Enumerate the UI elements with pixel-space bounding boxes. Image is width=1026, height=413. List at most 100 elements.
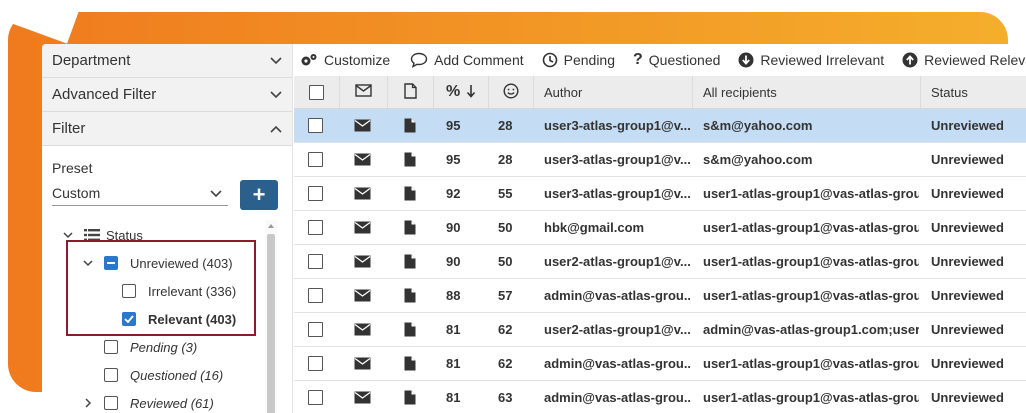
accordion-advanced-filter[interactable]: Advanced Filter <box>42 78 292 112</box>
table-row[interactable]: 95 28 user3-atlas-group1@v... s&m@yahoo.com… <box>294 109 1026 143</box>
count-cell: 62 <box>498 322 513 337</box>
document-icon <box>404 313 420 346</box>
chevron-down-icon <box>270 89 282 101</box>
author-cell: admin@vas-atlas-grou... <box>544 288 690 303</box>
table-row[interactable]: 81 63 admin@vas-atlas-grou... user1-atlas-g… <box>294 381 1026 413</box>
preset-label: Preset <box>52 160 93 176</box>
pending-checkbox[interactable] <box>104 340 118 354</box>
envelope-icon <box>354 313 374 346</box>
questioned-button[interactable]: ? Questioned <box>633 51 720 69</box>
table-row[interactable]: 88 57 admin@vas-atlas-grou... user1-atlas-g… <box>294 279 1026 313</box>
chevron-down-icon <box>270 55 282 67</box>
scrollbar-thumb[interactable] <box>267 234 275 413</box>
author-cell: user3-atlas-group1@v... <box>544 186 690 201</box>
comment-icon <box>410 52 428 68</box>
tree-label-pending: Pending (3) <box>130 339 198 355</box>
recipients-cell: s&m@yahoo.com <box>703 152 813 167</box>
score-cell: 81 <box>446 322 461 337</box>
count-cell: 55 <box>498 186 513 201</box>
sort-descending-icon[interactable] <box>466 84 476 101</box>
scroll-up-icon[interactable] <box>268 224 274 228</box>
count-cell: 50 <box>498 220 513 235</box>
header-sentiment[interactable] <box>489 76 534 108</box>
row-checkbox[interactable] <box>308 356 323 371</box>
score-cell: 90 <box>446 220 461 235</box>
question-mark-icon: ? <box>633 51 643 68</box>
tree-scrollbar[interactable] <box>265 220 277 413</box>
status-cell: Unreviewed <box>931 220 1004 235</box>
header-author[interactable]: Author <box>534 76 693 108</box>
table-row[interactable]: 90 50 user2-atlas-group1@v... user1-atlas-g… <box>294 245 1026 279</box>
accordion-department[interactable]: Department <box>42 44 292 78</box>
score-cell: 95 <box>446 118 461 133</box>
status-cell: Unreviewed <box>931 118 1004 133</box>
tree-node-questioned[interactable]: Questioned (16) <box>104 364 223 386</box>
reviewed-irrelevant-button[interactable]: Reviewed Irrelevant <box>738 52 884 68</box>
status-cell: Unreviewed <box>931 390 1004 405</box>
header-select-all[interactable] <box>294 76 340 108</box>
document-icon <box>404 109 420 142</box>
status-cell: Unreviewed <box>931 186 1004 201</box>
add-preset-button[interactable]: + <box>240 180 278 210</box>
arrow-down-circle-icon <box>738 52 754 68</box>
reviewed-relevant-button[interactable]: Reviewed Relevant <box>902 52 1026 68</box>
preset-dropdown[interactable]: Custom <box>52 180 228 206</box>
row-checkbox-cell[interactable] <box>308 177 328 210</box>
arrow-up-circle-icon <box>902 52 918 68</box>
row-checkbox[interactable] <box>308 118 323 133</box>
score-cell: 81 <box>446 356 461 371</box>
customize-button[interactable]: Customize <box>300 52 390 68</box>
header-recipients[interactable]: All recipients <box>693 76 921 108</box>
count-cell: 57 <box>498 288 513 303</box>
row-checkbox[interactable] <box>308 254 323 269</box>
count-cell: 28 <box>498 152 513 167</box>
table-row[interactable]: 81 62 user2-atlas-group1@v... admin@vas-atl… <box>294 313 1026 347</box>
header-score[interactable]: % <box>434 76 489 108</box>
row-checkbox[interactable] <box>308 220 323 235</box>
status-cell: Unreviewed <box>931 288 1004 303</box>
pending-button[interactable]: Pending <box>542 52 615 68</box>
row-checkbox[interactable] <box>308 390 323 405</box>
header-status[interactable]: Status <box>921 76 1026 108</box>
row-checkbox[interactable] <box>308 152 323 167</box>
add-comment-button[interactable]: Add Comment <box>410 52 524 68</box>
row-checkbox[interactable] <box>308 288 323 303</box>
row-checkbox-cell[interactable] <box>308 143 328 176</box>
select-all-checkbox[interactable] <box>309 84 324 100</box>
author-cell: hbk@gmail.com <box>544 220 645 235</box>
document-icon <box>404 347 420 380</box>
author-cell: user2-atlas-group1@v... <box>544 254 690 269</box>
row-checkbox[interactable] <box>308 186 323 201</box>
row-checkbox-cell[interactable] <box>308 381 328 413</box>
document-icon <box>404 143 420 176</box>
reviewed-irrelevant-label: Reviewed Irrelevant <box>760 52 885 68</box>
row-checkbox-cell[interactable] <box>308 279 328 312</box>
toolbar: Customize Add Comment Pending ? Question… <box>294 44 1026 76</box>
table-row[interactable]: 81 62 admin@vas-atlas-grou... user1-atlas-g… <box>294 347 1026 381</box>
document-icon <box>404 177 420 210</box>
row-checkbox-cell[interactable] <box>308 211 328 244</box>
questioned-checkbox[interactable] <box>104 368 118 382</box>
smiley-icon <box>503 82 519 102</box>
tree-node-reviewed[interactable]: Reviewed (61) <box>82 392 214 413</box>
recipients-cell: user1-atlas-group1@vas-atlas-grou... <box>703 220 919 235</box>
row-checkbox-cell[interactable] <box>308 313 328 346</box>
accordion-filter[interactable]: Filter <box>42 112 292 146</box>
pending-label: Pending <box>563 52 616 68</box>
header-type[interactable] <box>340 76 388 108</box>
row-checkbox-cell[interactable] <box>308 245 328 278</box>
table-row[interactable]: 95 28 user3-atlas-group1@v... s&m@yahoo.com… <box>294 143 1026 177</box>
row-checkbox-cell[interactable] <box>308 109 328 142</box>
table-row[interactable]: 90 50 hbk@gmail.com user1-atlas-group1@vas-… <box>294 211 1026 245</box>
header-document[interactable] <box>388 76 434 108</box>
reviewed-relevant-label: Reviewed Relevant <box>924 52 1026 68</box>
tree-node-pending[interactable]: Pending (3) <box>104 336 197 358</box>
table-row[interactable]: 92 55 user3-atlas-group1@v... user1-atlas-g… <box>294 177 1026 211</box>
envelope-icon <box>354 211 374 244</box>
row-checkbox[interactable] <box>308 322 323 337</box>
chevron-right-icon[interactable] <box>82 397 94 409</box>
row-checkbox-cell[interactable] <box>308 347 328 380</box>
customize-label: Customize <box>324 52 391 68</box>
reviewed-checkbox[interactable] <box>104 396 118 410</box>
chevron-down-icon <box>210 185 222 201</box>
